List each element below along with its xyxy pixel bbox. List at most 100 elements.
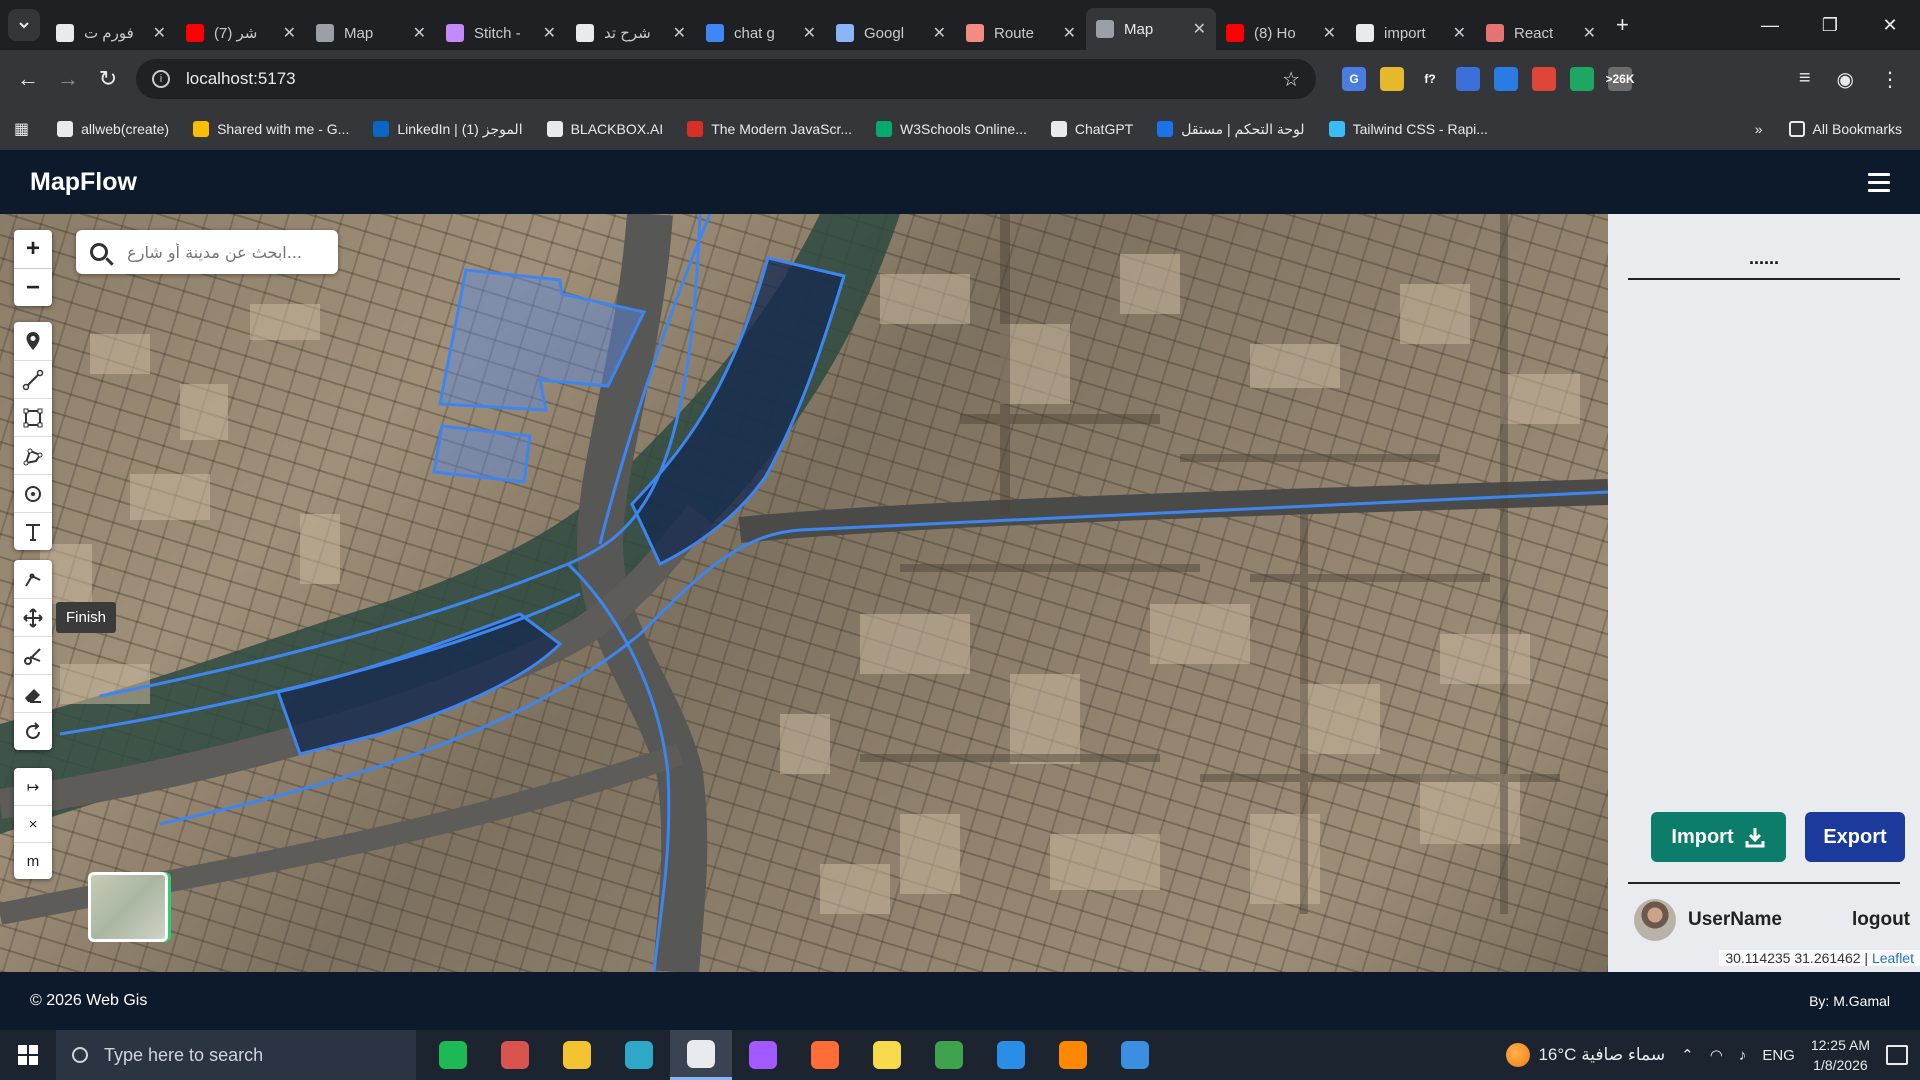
grid-ext-icon[interactable]	[1456, 67, 1480, 91]
browser-tab[interactable]: Map ✕	[1086, 8, 1216, 50]
hamburger-menu-icon[interactable]	[1868, 172, 1890, 192]
browser-tab[interactable]: Googl ✕	[826, 16, 956, 50]
export-button[interactable]: Export	[1805, 812, 1905, 862]
close-tab-icon[interactable]: ✕	[1453, 23, 1466, 43]
counter-ext-icon[interactable]: >26K	[1605, 67, 1635, 91]
browser-tab[interactable]: (7) شر ✕	[176, 16, 306, 50]
bookmark-star-icon[interactable]: ☆	[1282, 67, 1300, 92]
bug-ext-icon[interactable]	[1532, 67, 1556, 91]
draw-polyline-button[interactable]	[14, 360, 52, 398]
browser-tab[interactable]: فورم ت ✕	[46, 16, 176, 50]
taskbar-app[interactable]	[980, 1030, 1042, 1080]
url-field[interactable]: i localhost:5173 ☆	[136, 59, 1316, 99]
forward-button[interactable]: →	[48, 66, 88, 92]
more-bookmarks-icon[interactable]: »	[1755, 121, 1763, 137]
taskbar-search[interactable]: Type here to search	[56, 1030, 416, 1080]
browser-tab[interactable]: chat g ✕	[696, 16, 826, 50]
browser-tab[interactable]: Route ✕	[956, 16, 1086, 50]
close-tab-icon[interactable]: ✕	[1583, 23, 1596, 43]
taskbar-app[interactable]	[918, 1030, 980, 1080]
taskbar-app[interactable]	[732, 1030, 794, 1080]
reload-button[interactable]: ↻	[88, 66, 128, 92]
rotate-button[interactable]	[14, 712, 52, 750]
map-search-input[interactable]	[122, 242, 302, 262]
tray-chevron-icon[interactable]: ⌃	[1681, 1046, 1694, 1064]
browser-tab[interactable]: (8) Ho ✕	[1216, 16, 1346, 50]
tab-search-button[interactable]	[8, 9, 40, 41]
puzzle-icon[interactable]	[1646, 67, 1670, 91]
measure-unit-button[interactable]: m	[14, 842, 52, 879]
logout-button[interactable]: logout	[1852, 909, 1910, 931]
taskbar-app[interactable]	[608, 1030, 670, 1080]
close-tab-icon[interactable]: ✕	[283, 23, 296, 43]
finish-tooltip[interactable]: Finish	[56, 602, 117, 633]
edit-vertices-button[interactable]	[14, 560, 52, 598]
taskbar-app[interactable]	[856, 1030, 918, 1080]
browser-tab[interactable]: Stitch - ✕	[436, 16, 566, 50]
bookmark-item[interactable]: Shared with me - G...	[193, 121, 349, 137]
import-button[interactable]: Import	[1651, 812, 1786, 862]
bookmark-item[interactable]: W3Schools Online...	[876, 121, 1027, 137]
site-info-icon[interactable]: i	[152, 70, 170, 88]
media-control-icon[interactable]: ≡	[1799, 67, 1811, 92]
map-canvas[interactable]: + − Finish ↦×m	[0, 214, 1608, 972]
close-tab-icon[interactable]: ✕	[1193, 19, 1206, 39]
formula-icon[interactable]: f?	[1418, 67, 1442, 91]
draw-rectangle-button[interactable]	[14, 398, 52, 436]
notification-icon[interactable]	[1886, 1045, 1908, 1065]
bookmark-item[interactable]: LinkedIn | الموجز (1)	[373, 121, 523, 138]
taskbar-app[interactable]	[1104, 1030, 1166, 1080]
browser-menu-icon[interactable]: ⋮	[1880, 67, 1900, 92]
browser-tab[interactable]: import ✕	[1346, 16, 1476, 50]
browser-tab[interactable]: Map ✕	[306, 16, 436, 50]
weather-widget[interactable]: 16°C سماء صافية	[1506, 1043, 1665, 1067]
zoom-in-button[interactable]: +	[14, 230, 52, 268]
draw-text-button[interactable]	[14, 512, 52, 550]
draw-polygon-button[interactable]	[14, 436, 52, 474]
close-tab-icon[interactable]: ✕	[153, 23, 166, 43]
bookmark-item[interactable]: Tailwind CSS - Rapi...	[1328, 121, 1488, 137]
measure-unit-button[interactable]: ↦	[14, 768, 52, 805]
clock[interactable]: 12:25 AM 1/8/2026	[1811, 1035, 1870, 1075]
taskbar-app[interactable]	[670, 1030, 732, 1080]
translate-icon[interactable]: G	[1342, 67, 1366, 91]
bookmark-item[interactable]: The Modern JavaScr...	[687, 121, 852, 137]
close-tab-icon[interactable]: ✕	[1063, 23, 1076, 43]
draw-marker-button[interactable]	[14, 322, 52, 360]
volume-icon[interactable]: ♪	[1739, 1047, 1747, 1064]
wifi-icon[interactable]: ◠	[1710, 1046, 1723, 1064]
taskbar-app[interactable]	[484, 1030, 546, 1080]
folder-ext-icon[interactable]	[1380, 67, 1404, 91]
layer-switcher-thumbnail[interactable]	[88, 872, 168, 942]
zoom-out-button[interactable]: −	[14, 268, 52, 306]
measure-unit-button[interactable]: ×	[14, 805, 52, 842]
close-tab-icon[interactable]: ✕	[803, 23, 816, 43]
color-ext-icon[interactable]	[1570, 67, 1594, 91]
back-button[interactable]: ←	[8, 66, 48, 92]
eraser-button[interactable]	[14, 674, 52, 712]
close-tab-icon[interactable]: ✕	[413, 23, 426, 43]
close-tab-icon[interactable]: ✕	[1323, 23, 1336, 43]
language-indicator[interactable]: ENG	[1762, 1047, 1795, 1064]
taskbar-app[interactable]	[794, 1030, 856, 1080]
taskbar-app[interactable]	[1042, 1030, 1104, 1080]
profile-icon[interactable]: ◉	[1837, 67, 1854, 92]
taskbar-app[interactable]	[546, 1030, 608, 1080]
close-tab-icon[interactable]: ✕	[933, 23, 946, 43]
apps-grid-icon[interactable]: ▦	[14, 119, 29, 139]
close-tab-icon[interactable]: ✕	[543, 23, 556, 43]
bookmark-item[interactable]: allweb(create)	[57, 121, 169, 137]
draw-circle-button[interactable]	[14, 474, 52, 512]
minimize-button[interactable]: —	[1740, 0, 1800, 50]
close-window-button[interactable]: ✕	[1860, 0, 1920, 50]
bookmark-item[interactable]: BLACKBOX.AI	[546, 121, 663, 137]
browser-tab[interactable]: شرح تد ✕	[566, 16, 696, 50]
drag-move-button[interactable]	[14, 598, 52, 636]
all-bookmarks-link[interactable]: All Bookmarks	[1788, 121, 1902, 137]
leaflet-link[interactable]: Leaflet	[1872, 950, 1914, 966]
wave-ext-icon[interactable]	[1494, 67, 1518, 91]
new-tab-button[interactable]: +	[1616, 12, 1629, 38]
bookmark-item[interactable]: لوحة التحكم | مستقل	[1157, 121, 1305, 138]
taskbar-app[interactable]	[422, 1030, 484, 1080]
bookmark-item[interactable]: ChatGPT	[1050, 121, 1133, 137]
